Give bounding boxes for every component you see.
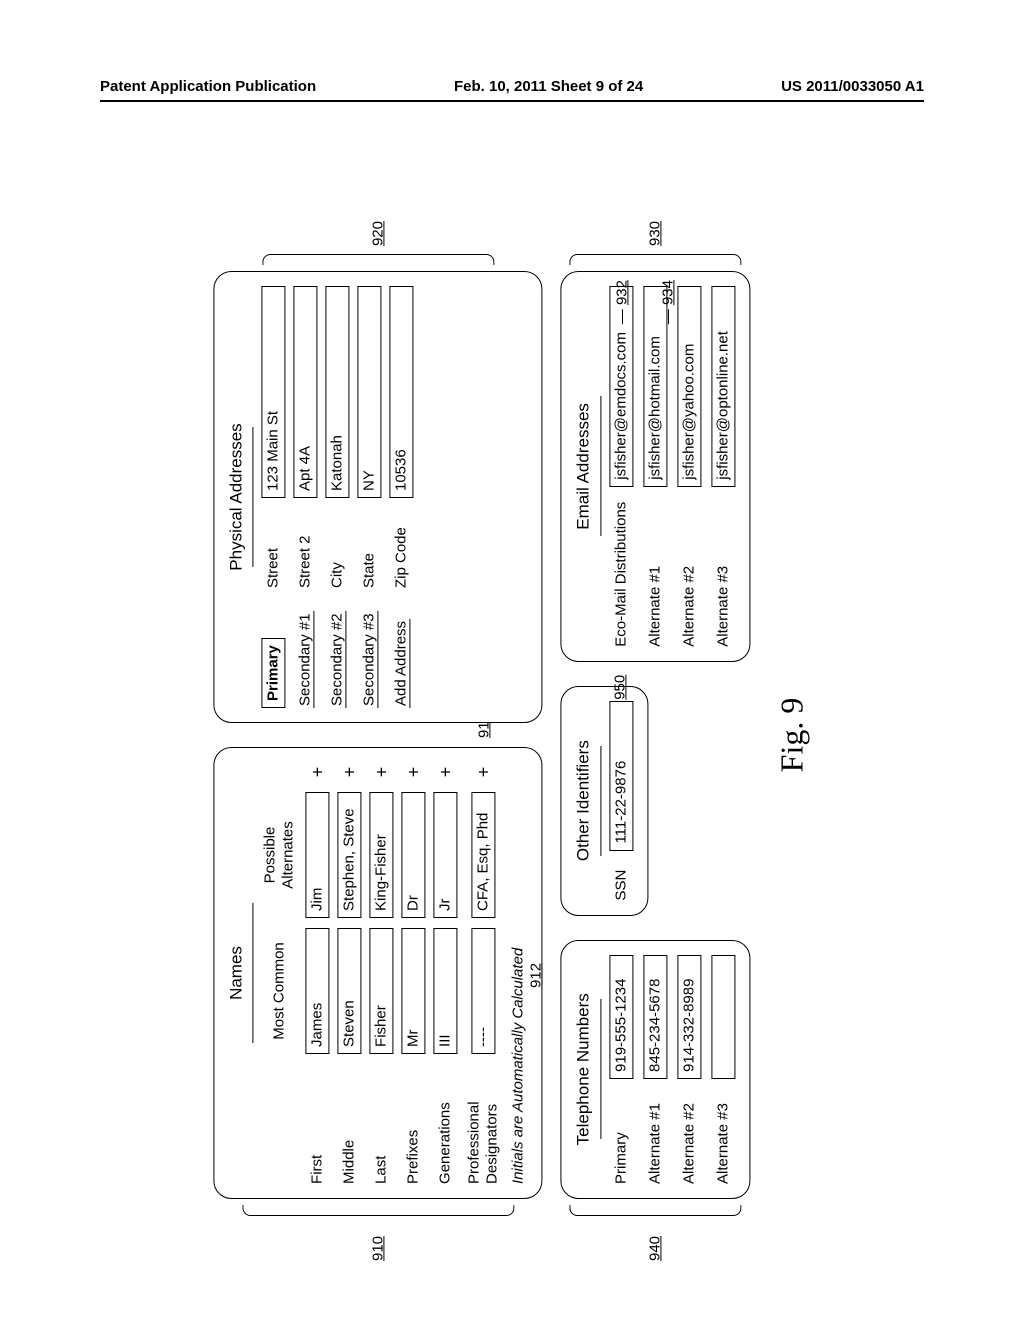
addr-street-label: Street — [265, 508, 283, 588]
brace-910 — [242, 1205, 514, 1216]
email-alt3-label: Alternate #3 — [714, 497, 732, 647]
last-plus[interactable]: + — [371, 762, 393, 782]
generations-alt[interactable]: Jr — [434, 792, 458, 918]
prefixes-label: Prefixes — [405, 1064, 423, 1184]
addr-add[interactable]: Add Address — [393, 598, 411, 708]
addr-state[interactable]: NY — [358, 286, 382, 498]
addr-state-label: State — [361, 508, 379, 588]
ssn-label: SSN — [612, 859, 630, 901]
other-rule — [600, 746, 601, 856]
email-alt2[interactable]: jsfisher@yahoo.com — [677, 286, 701, 487]
header-center: Feb. 10, 2011 Sheet 9 of 24 — [454, 78, 643, 95]
email-title: Email Addresses — [574, 286, 594, 647]
addr-sec3[interactable]: Secondary #3 — [361, 598, 379, 708]
ref-912: 912 — [528, 963, 545, 988]
last-label: Last — [373, 1064, 391, 1184]
addr-street2-label: Street 2 — [297, 508, 315, 588]
addr-city[interactable]: Katonah — [326, 286, 350, 498]
tel-alt3[interactable] — [711, 955, 735, 1079]
email-alt1-label: Alternate #1 — [646, 497, 664, 647]
ref-920: 920 — [369, 221, 386, 246]
email-eco-label: Eco-Mail Distributions — [612, 497, 630, 647]
most-common-header: Most Common — [271, 928, 289, 1054]
first-plus[interactable]: + — [307, 762, 329, 782]
tel-alt3-label: Alternate #3 — [714, 1089, 732, 1184]
addr-zip-label: Zip Code — [393, 508, 411, 588]
middle-plus[interactable]: + — [339, 762, 361, 782]
tel-rule — [600, 999, 601, 1139]
middle-label: Middle — [341, 1064, 359, 1184]
addresses-title: Physical Addresses — [226, 286, 246, 708]
addr-primary-tab[interactable]: Primary — [262, 638, 286, 708]
tel-primary-label: Primary — [612, 1089, 630, 1184]
ref-930: 930 — [646, 221, 663, 246]
ref-932: 932 — [614, 280, 631, 305]
brace-920 — [262, 254, 494, 265]
ref-910: 910 — [369, 1236, 386, 1261]
prefixes-alt[interactable]: Dr — [402, 792, 426, 918]
ref-950: 950 — [612, 675, 629, 700]
prof-common[interactable]: ---- — [472, 928, 496, 1054]
generations-label: Generations — [437, 1064, 455, 1184]
header-left: Patent Application Publication — [100, 78, 316, 95]
addresses-rule — [253, 427, 254, 567]
email-alt3[interactable]: jsfisher@optonline.net — [711, 286, 735, 487]
prof-label: Professional Designators — [466, 1064, 502, 1184]
last-alt[interactable]: King-Fisher — [370, 792, 394, 918]
email-alt2-label: Alternate #2 — [680, 497, 698, 647]
ssn-value[interactable]: 111-22-9876 — [609, 701, 633, 851]
initials-note: Initials are Automatically Calculated — [510, 762, 528, 1184]
brace-930 — [569, 254, 741, 265]
other-title: Other Identifiers — [574, 701, 594, 901]
prefixes-common[interactable]: Mr — [402, 928, 426, 1054]
figure-label: Fig. 9 — [772, 235, 810, 1235]
page-header: Patent Application Publication Feb. 10, … — [100, 78, 924, 95]
email-rule — [600, 396, 601, 536]
names-title: Names — [226, 762, 246, 1184]
tel-primary[interactable]: 919-555-1234 — [609, 955, 633, 1079]
tel-alt2-label: Alternate #2 — [680, 1089, 698, 1184]
ref-934: 934 — [660, 280, 677, 305]
addr-sec2[interactable]: Secondary #2 — [329, 598, 347, 708]
header-rule — [100, 100, 924, 102]
figure-9: 910 Names Most Common Possible Alternate… — [213, 235, 810, 1235]
middle-common[interactable]: Steven — [338, 928, 362, 1054]
prof-plus[interactable]: + — [473, 762, 495, 782]
prefixes-plus[interactable]: + — [403, 762, 425, 782]
addr-sec1[interactable]: Secondary #1 — [297, 598, 315, 708]
middle-alt[interactable]: Stephen, Steve — [338, 792, 362, 918]
addr-street[interactable]: 123 Main St — [262, 286, 286, 498]
first-common[interactable]: James — [306, 928, 330, 1054]
addr-city-label: City — [329, 508, 347, 588]
header-right: US 2011/0033050 A1 — [781, 78, 924, 95]
ref-940: 940 — [646, 1236, 663, 1261]
first-alt[interactable]: Jim — [306, 792, 330, 918]
tel-alt1[interactable]: 845-234-5678 — [643, 955, 667, 1079]
generations-common[interactable]: III — [434, 928, 458, 1054]
tel-title: Telephone Numbers — [574, 955, 594, 1184]
generations-plus[interactable]: + — [435, 762, 457, 782]
tel-alt1-label: Alternate #1 — [646, 1089, 664, 1184]
addr-zip[interactable]: 10536 — [390, 286, 414, 498]
first-label: First — [309, 1064, 327, 1184]
names-rule — [253, 903, 254, 1043]
prof-alt[interactable]: CFA, Esq, Phd — [472, 792, 496, 918]
addr-street2[interactable]: Apt 4A — [294, 286, 318, 498]
alternates-header: Possible Alternates — [262, 792, 298, 918]
last-common[interactable]: Fisher — [370, 928, 394, 1054]
brace-940 — [569, 1205, 741, 1216]
tel-alt2[interactable]: 914-332-8989 — [677, 955, 701, 1079]
